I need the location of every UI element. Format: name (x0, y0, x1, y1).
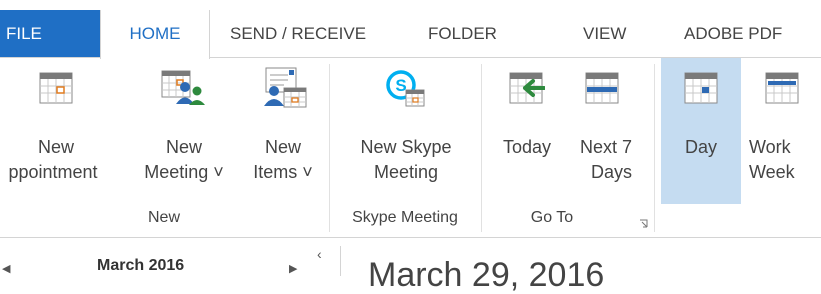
work-week-button[interactable]: Work Week (743, 58, 821, 204)
previous-month-arrow-icon[interactable]: ◀ (2, 262, 10, 275)
new-skype-meeting-label-2: Meeting (373, 162, 439, 182)
new-items-label-1: New (264, 137, 301, 157)
group-separator (654, 64, 655, 232)
new-items-label-2: Items ˅ (253, 162, 313, 182)
new-appointment-button[interactable]: New ppointment (0, 58, 112, 204)
tab-view[interactable]: VIEW (583, 10, 626, 58)
today-button[interactable]: Today (487, 58, 567, 204)
new-items-button[interactable]: New Items ˅ (244, 58, 322, 204)
group-label-new: New (147, 209, 180, 226)
group-separator (481, 64, 482, 232)
ribbon: New ppointment New Meeting ˅ New Items ˅… (0, 58, 821, 238)
work-week-label-2: Week (749, 162, 795, 182)
next-7-days-label-1: Next 7 (579, 137, 632, 157)
next-7-days-icon (585, 70, 619, 111)
today-label: Today (502, 137, 552, 157)
tab-file[interactable]: FILE (0, 10, 100, 58)
pane-divider (340, 246, 341, 276)
date-navigator-month: March 2016 (97, 257, 185, 274)
new-meeting-label-1: New (165, 137, 202, 157)
work-week-label-1: Work (749, 137, 791, 157)
next-7-days-label-2: Days (590, 162, 632, 182)
meeting-people-icon (161, 70, 207, 113)
new-meeting-label-2: Meeting ˅ (144, 162, 224, 182)
day-view-button[interactable]: Day (661, 58, 741, 204)
svg-text:S: S (395, 76, 406, 95)
next-7-days-button[interactable]: Next 7 Days (566, 58, 638, 204)
new-appointment-label-2: ppointment (8, 162, 98, 182)
new-appointment-label-1: New (37, 137, 74, 157)
dialog-launcher-icon[interactable] (639, 215, 648, 228)
new-skype-meeting-button[interactable]: S New Skype Meeting (336, 58, 476, 204)
calendar-date-heading: March 29, 2016 (368, 256, 605, 294)
new-items-icon (258, 66, 308, 115)
tab-folder[interactable]: FOLDER (428, 10, 497, 58)
group-label-go-to: Go To (530, 209, 574, 226)
tab-adobe-pdf[interactable]: ADOBE PDF (684, 10, 782, 58)
skype-icon: S (386, 70, 426, 115)
day-view-label: Day (684, 137, 717, 157)
new-skype-meeting-label-1: New Skype (360, 137, 452, 157)
work-week-icon (765, 70, 799, 111)
tab-send-receive[interactable]: SEND / RECEIVE (230, 10, 366, 58)
next-month-arrow-icon[interactable]: ▶ (289, 262, 297, 275)
today-arrow-icon (509, 70, 546, 111)
group-separator (329, 64, 330, 232)
group-label-skype-meeting: Skype Meeting (352, 209, 458, 226)
day-view-icon (684, 70, 718, 111)
ribbon-tab-bar: FILE HOME SEND / RECEIVE FOLDER VIEW ADO… (0, 0, 821, 59)
collapse-pane-icon[interactable]: ‹ (317, 246, 322, 262)
new-meeting-button[interactable]: New Meeting ˅ (124, 58, 244, 204)
tab-home[interactable]: HOME (100, 10, 210, 59)
calendar-icon (39, 70, 73, 111)
